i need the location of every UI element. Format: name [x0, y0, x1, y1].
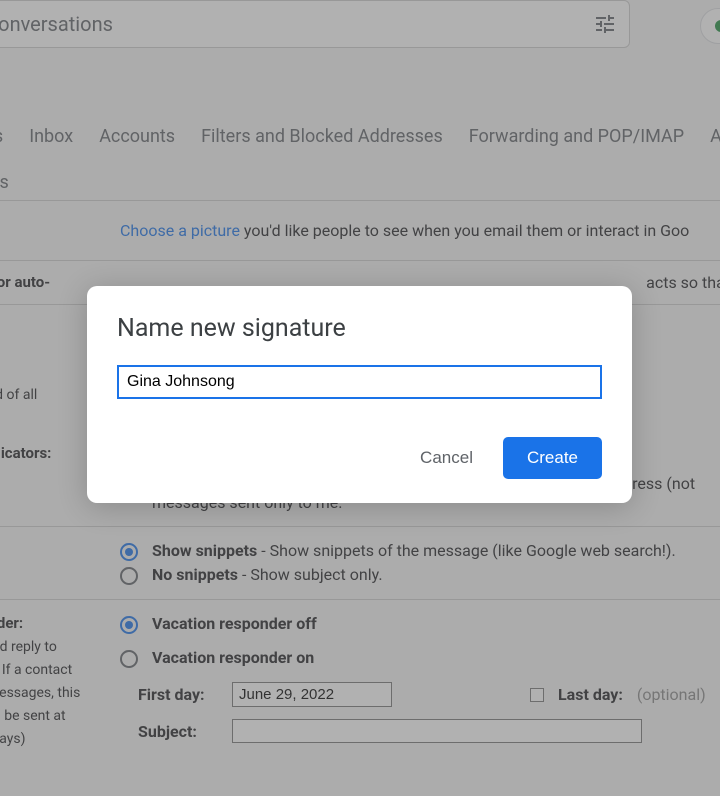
name-signature-modal: Name new signature Cancel Create — [87, 286, 632, 503]
create-button[interactable]: Create — [503, 437, 602, 479]
cancel-button[interactable]: Cancel — [408, 438, 485, 478]
signature-name-input[interactable] — [117, 365, 602, 399]
modal-title: Name new signature — [117, 314, 602, 343]
